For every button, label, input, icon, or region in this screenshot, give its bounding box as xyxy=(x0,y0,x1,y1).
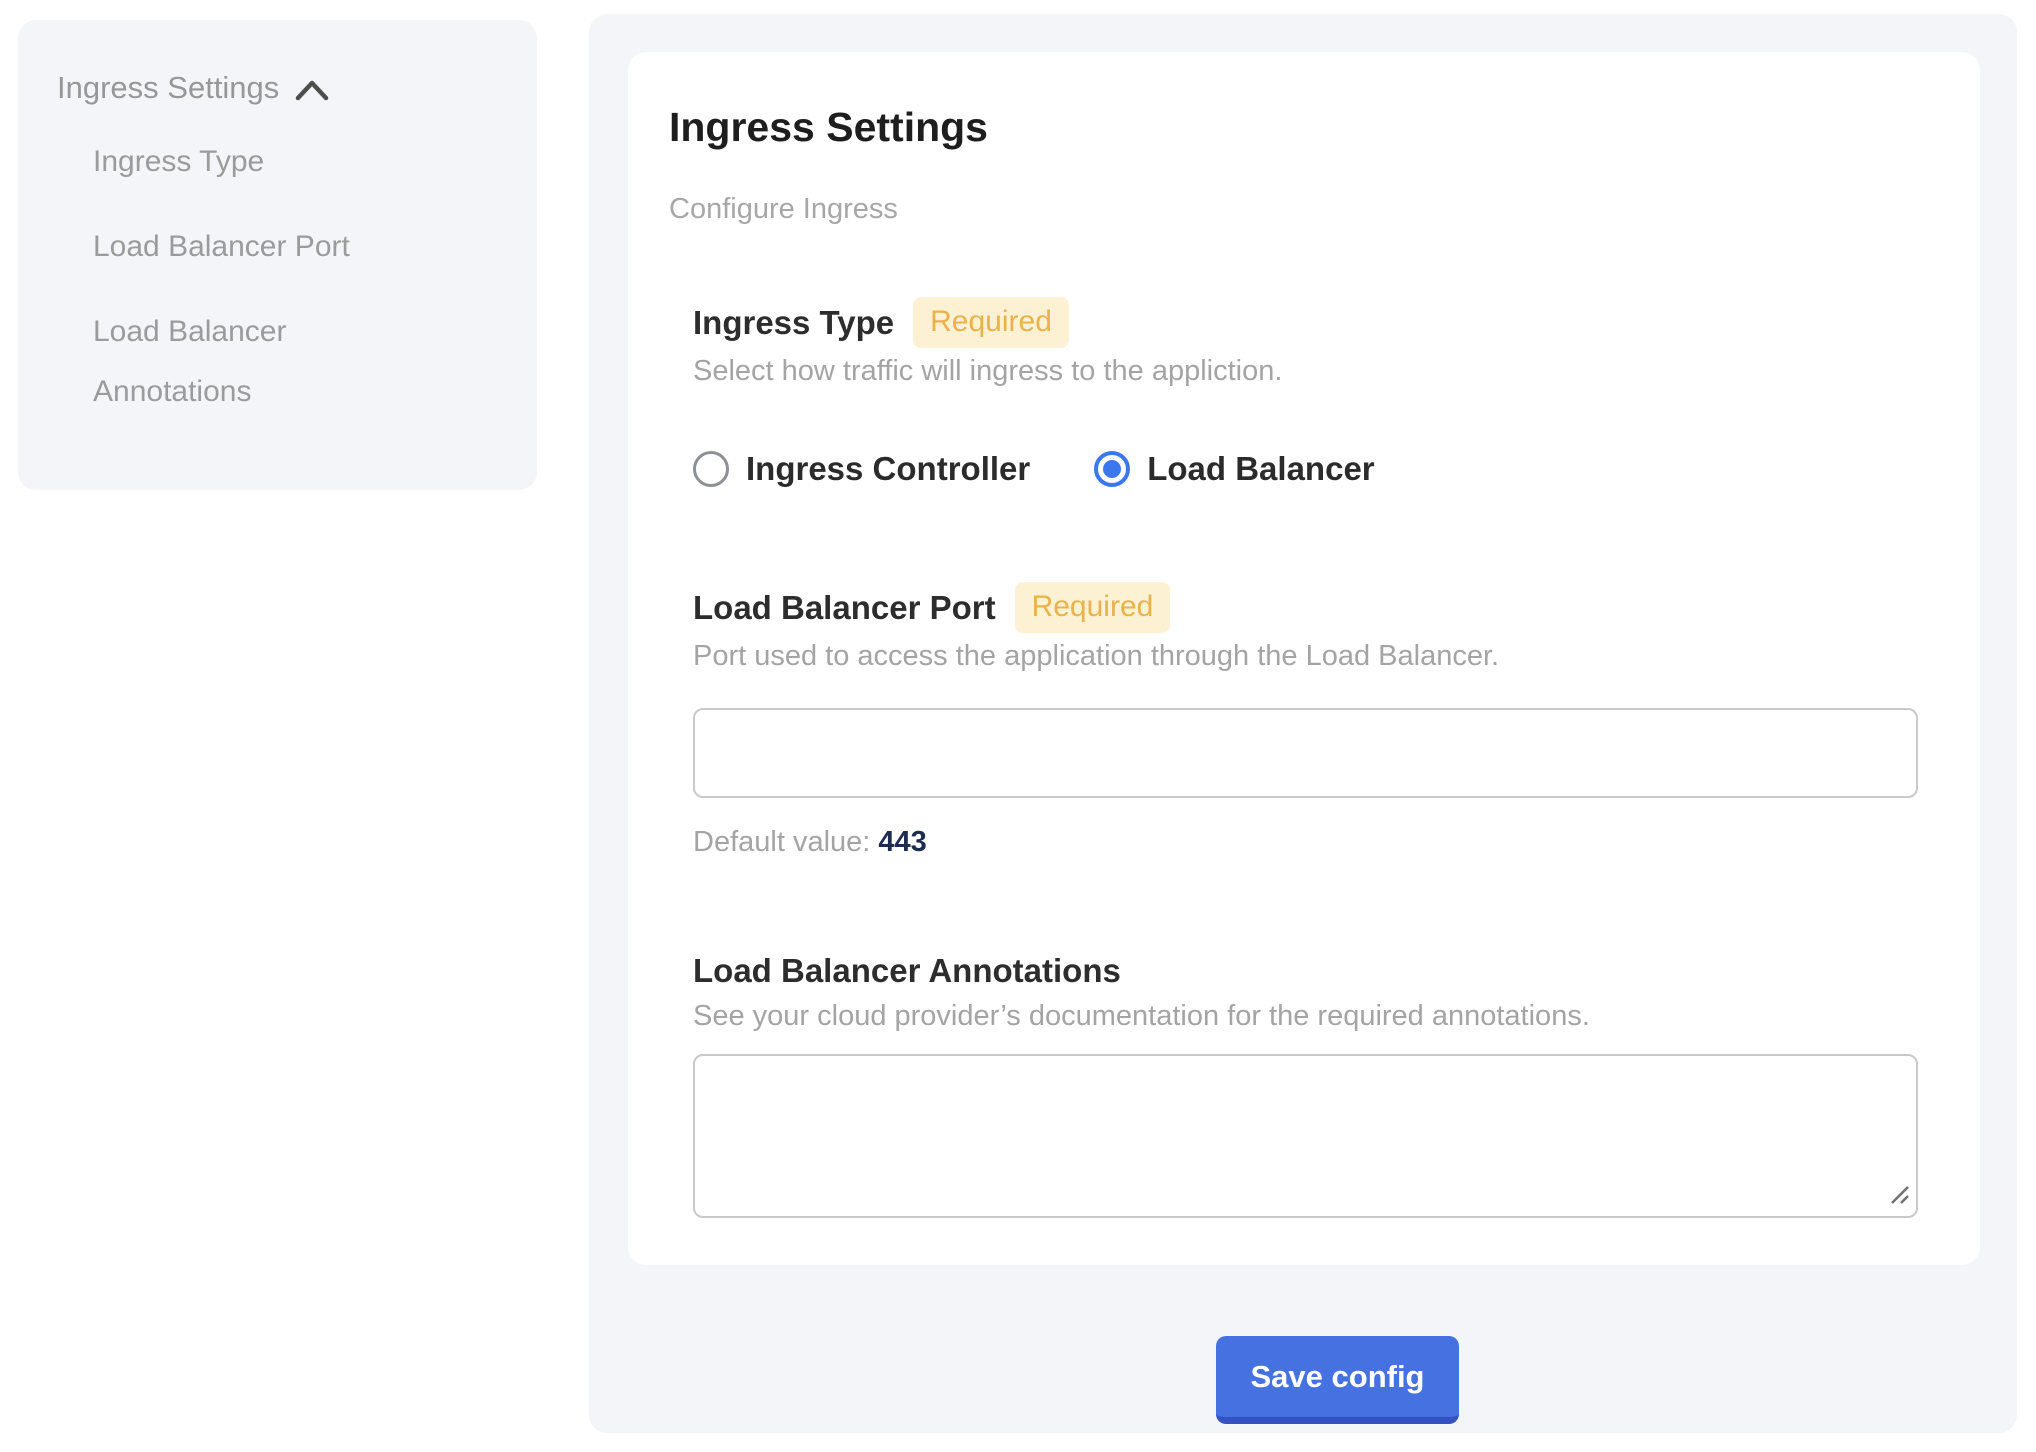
ingress-type-radio-group: Ingress Controller Load Balancer xyxy=(693,450,1918,488)
section-description: Select how traffic will ingress to the a… xyxy=(693,354,1918,388)
chevron-up-icon xyxy=(295,74,329,102)
sidebar-item-ingress-type[interactable]: Ingress Type xyxy=(93,132,397,192)
section-heading-ingress-type: Ingress Type xyxy=(693,301,894,345)
radio-button-icon xyxy=(1094,451,1130,487)
required-badge: Required xyxy=(913,297,1069,348)
ingress-settings-card: Ingress Settings Configure Ingress Ingre… xyxy=(628,52,1980,1265)
resize-handle-icon[interactable] xyxy=(1889,1184,1911,1211)
sidebar-item-load-balancer-port[interactable]: Load Balancer Port xyxy=(93,217,397,277)
settings-nav-sidebar: Ingress Settings Ingress Type Load Balan… xyxy=(18,20,537,490)
default-value: 443 xyxy=(878,826,926,858)
sidebar-item-list: Ingress Type Load Balancer Port Load Bal… xyxy=(57,132,397,422)
radio-option-ingress-controller[interactable]: Ingress Controller xyxy=(693,450,1030,488)
default-value-note: Default value: 443 xyxy=(693,825,1918,859)
default-value-label: Default value: xyxy=(693,826,870,858)
radio-option-load-balancer[interactable]: Load Balancer xyxy=(1094,450,1374,488)
radio-label: Ingress Controller xyxy=(746,450,1030,488)
load-balancer-annotations-textarea[interactable] xyxy=(693,1054,1918,1218)
load-balancer-port-input[interactable] xyxy=(693,708,1918,798)
required-badge: Required xyxy=(1015,582,1171,633)
save-config-button[interactable]: Save config xyxy=(1216,1336,1459,1424)
sidebar-group-label: Ingress Settings xyxy=(57,66,279,110)
page-subtitle: Configure Ingress xyxy=(669,192,1939,226)
page-title: Ingress Settings xyxy=(669,103,1939,151)
sidebar-item-load-balancer-annotations[interactable]: Load Balancer Annotations xyxy=(93,302,397,422)
radio-label: Load Balancer xyxy=(1147,450,1374,488)
settings-panel: Ingress Settings Configure Ingress Ingre… xyxy=(589,14,2017,1433)
radio-button-icon xyxy=(693,451,729,487)
section-heading-load-balancer-annotations: Load Balancer Annotations xyxy=(693,949,1121,993)
section-description: Port used to access the application thro… xyxy=(693,639,1918,673)
section-description: See your cloud provider’s documentation … xyxy=(693,999,1918,1033)
section-load-balancer-port: Load Balancer Port Required Port used to… xyxy=(693,582,1918,859)
section-ingress-type: Ingress Type Required Select how traffic… xyxy=(693,297,1918,488)
sidebar-group-ingress-settings[interactable]: Ingress Settings xyxy=(57,66,497,110)
section-load-balancer-annotations: Load Balancer Annotations See your cloud… xyxy=(693,949,1918,1218)
section-heading-load-balancer-port: Load Balancer Port xyxy=(693,586,996,630)
annotations-textarea-wrap xyxy=(693,1054,1918,1218)
